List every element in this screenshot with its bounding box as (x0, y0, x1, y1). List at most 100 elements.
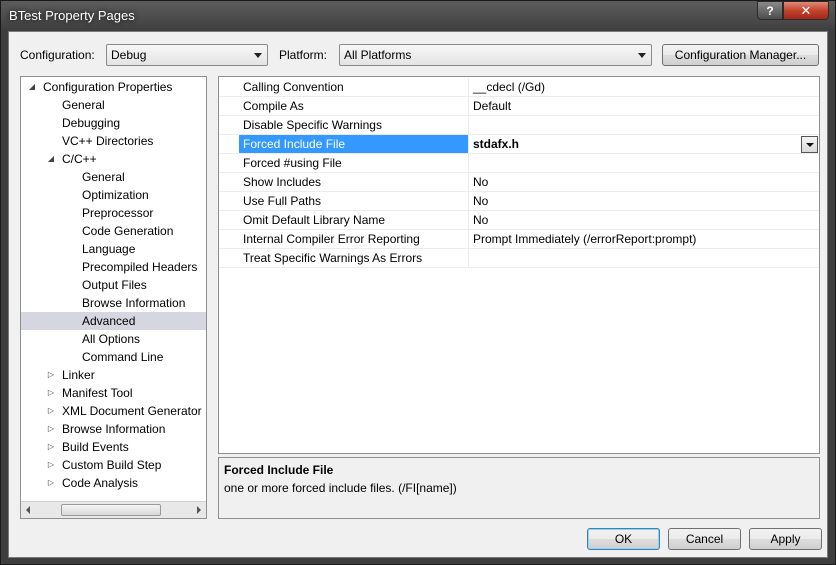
tree-item-label: General (62, 98, 105, 112)
close-button[interactable]: ✕ (783, 1, 829, 20)
property-name: Compile As (243, 99, 304, 113)
chevron-down-icon (254, 53, 262, 58)
tree-item[interactable]: ◢ C/C++ (21, 150, 206, 168)
ok-button[interactable]: OK (587, 528, 660, 550)
tree-item-label: Code Analysis (62, 476, 139, 490)
configuration-dropdown[interactable]: Debug (106, 44, 268, 66)
tree-item[interactable]: ▷ Linker (21, 366, 206, 384)
description-title: Forced Include File (224, 463, 334, 477)
property-name: Calling Convention (243, 80, 344, 94)
tree-item[interactable]: ▷ Build Events (21, 438, 206, 456)
tree-item-label: Command Line (82, 350, 164, 364)
tree-item-label: Optimization (82, 188, 149, 202)
tree-item-label: C/C++ (62, 152, 97, 166)
tree-item[interactable]: ▷ Code Analysis (21, 474, 206, 492)
property-row[interactable]: Omit Default Library Name No (219, 211, 819, 230)
tree-item-label: Precompiled Headers (82, 260, 198, 274)
property-value[interactable]: Prompt Immediately (/errorReport:prompt) (469, 230, 819, 248)
property-value[interactable]: No (469, 192, 819, 210)
property-name: Internal Compiler Error Reporting (243, 232, 420, 246)
property-grid[interactable]: Calling Convention __cdecl (/Gd) Compile A… (218, 76, 820, 454)
tree-item[interactable]: Output Files (21, 276, 206, 294)
property-row[interactable]: Internal Compiler Error Reporting Prompt … (219, 230, 819, 249)
tree-item[interactable]: Advanced (21, 312, 206, 330)
collapsed-arrow-icon[interactable]: ▷ (46, 474, 56, 492)
property-value[interactable] (469, 154, 819, 172)
tree-item[interactable]: General (21, 168, 206, 186)
collapsed-arrow-icon[interactable]: ▷ (46, 438, 56, 456)
platform-value: All Platforms (344, 48, 412, 62)
property-value[interactable]: No (469, 173, 819, 191)
collapsed-arrow-icon[interactable]: ▷ (46, 420, 56, 438)
tree-item[interactable]: Precompiled Headers (21, 258, 206, 276)
property-row[interactable]: Use Full Paths No (219, 192, 819, 211)
tree-item[interactable]: ▷ Manifest Tool (21, 384, 206, 402)
tree-item[interactable]: Preprocessor (21, 204, 206, 222)
property-value[interactable]: Default (469, 97, 819, 115)
category-tree[interactable]: ◢ Configuration Properties General Debuggin… (20, 76, 207, 519)
tree-item[interactable]: ▷ Browse Information (21, 420, 206, 438)
tree-item-label: General (82, 170, 125, 184)
tree-item[interactable]: ▷ XML Document Generator (21, 402, 206, 420)
configuration-value: Debug (111, 48, 147, 62)
tree-item[interactable]: Code Generation (21, 222, 206, 240)
collapsed-arrow-icon[interactable]: ▷ (46, 402, 56, 420)
help-button[interactable]: ? (757, 1, 783, 20)
property-row[interactable]: Treat Specific Warnings As Errors (219, 249, 819, 268)
tree-item[interactable]: ◢ Configuration Properties (21, 78, 206, 96)
tree-item-label: Browse Information (82, 296, 186, 310)
configuration-manager-button[interactable]: Configuration Manager... (662, 44, 819, 66)
property-pages-window: BTest Property Pages ? ✕ Configuration: … (0, 0, 836, 565)
property-value[interactable] (469, 116, 819, 134)
expanded-arrow-icon[interactable]: ◢ (27, 78, 37, 96)
description-text: one or more forced include files. (/FI[n… (224, 481, 457, 495)
tree-item[interactable]: Debugging (21, 114, 206, 132)
window-title: BTest Property Pages (9, 8, 135, 23)
tree-item-label: Code Generation (82, 224, 174, 238)
tree-item[interactable]: Command Line (21, 348, 206, 366)
tree-item-label: Custom Build Step (62, 458, 162, 472)
property-row[interactable]: Show Includes No (219, 173, 819, 192)
cancel-button[interactable]: Cancel (668, 528, 741, 550)
property-row[interactable]: Calling Convention __cdecl (/Gd) (219, 78, 819, 97)
tree-horizontal-scrollbar[interactable] (21, 501, 206, 518)
title-buttons: ? ✕ (757, 1, 829, 20)
property-row[interactable]: Disable Specific Warnings (219, 116, 819, 135)
scroll-left-icon[interactable] (26, 506, 30, 514)
property-value[interactable]: __cdecl (/Gd) (469, 78, 819, 96)
tree-item[interactable]: Browse Information (21, 294, 206, 312)
tree-item-label: XML Document Generator (62, 404, 202, 418)
property-row[interactable]: Compile As Default (219, 97, 819, 116)
chevron-down-icon (638, 53, 646, 58)
tree-item[interactable]: VC++ Directories (21, 132, 206, 150)
scroll-thumb[interactable] (61, 504, 161, 516)
title-bar[interactable]: BTest Property Pages ? ✕ (1, 1, 835, 31)
tree-item[interactable]: ▷ Custom Build Step (21, 456, 206, 474)
dialog-client-area: Configuration: Debug Platform: All Platf… (8, 31, 828, 558)
collapsed-arrow-icon[interactable]: ▷ (46, 366, 56, 384)
property-name: Forced #using File (243, 156, 342, 170)
tree-item-label: VC++ Directories (62, 134, 154, 148)
property-name: Treat Specific Warnings As Errors (243, 251, 423, 265)
property-value[interactable] (469, 249, 819, 267)
expanded-arrow-icon[interactable]: ◢ (46, 150, 56, 168)
tree-item-label: Manifest Tool (62, 386, 133, 400)
property-row[interactable]: Forced Include File stdafx.h (219, 135, 819, 154)
tree-item[interactable]: All Options (21, 330, 206, 348)
property-value[interactable]: No (469, 211, 819, 229)
tree-item[interactable]: General (21, 96, 206, 114)
property-value[interactable]: stdafx.h (469, 135, 819, 153)
property-row[interactable]: Forced #using File (219, 154, 819, 173)
value-dropdown-button[interactable] (801, 136, 818, 153)
tree-item-label: Language (82, 242, 136, 256)
tree-item[interactable]: Optimization (21, 186, 206, 204)
tree-item[interactable]: Language (21, 240, 206, 258)
tree-item-label: Preprocessor (82, 206, 154, 220)
collapsed-arrow-icon[interactable]: ▷ (46, 456, 56, 474)
description-panel: Forced Include File one or more forced i… (218, 457, 820, 519)
scroll-right-icon[interactable] (197, 506, 201, 514)
tree-item-label: Configuration Properties (43, 80, 173, 94)
apply-button[interactable]: Apply (749, 528, 822, 550)
collapsed-arrow-icon[interactable]: ▷ (46, 384, 56, 402)
platform-dropdown[interactable]: All Platforms (339, 44, 652, 66)
